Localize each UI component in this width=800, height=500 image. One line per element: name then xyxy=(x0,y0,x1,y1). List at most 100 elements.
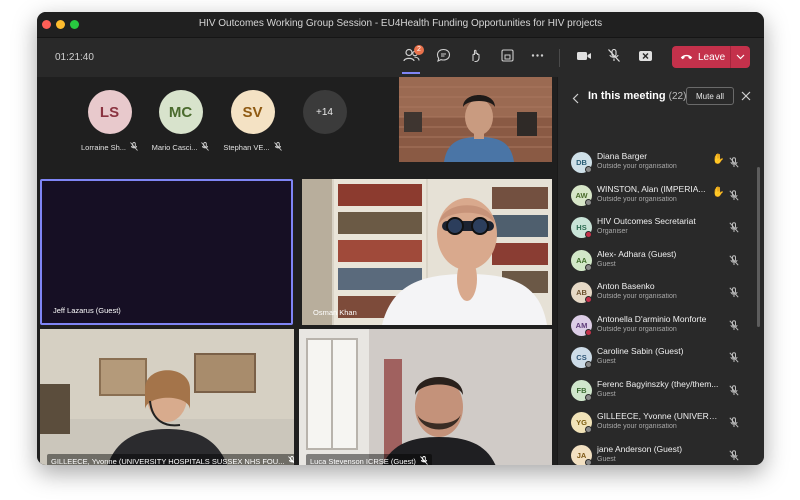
camera-icon xyxy=(576,49,592,67)
people-button[interactable]: 2 xyxy=(401,45,424,68)
leave-options-button[interactable] xyxy=(731,52,750,63)
microphone-button[interactable] xyxy=(604,48,624,68)
participant-name: Caroline Sabin (Guest) xyxy=(597,346,684,356)
avatar-tile[interactable]: LS Lorraine Sh... xyxy=(72,90,147,153)
teams-meeting-window: HIV Outcomes Working Group Session - EU4… xyxy=(37,12,764,465)
participants-panel: In this meeting (22) Mute all DB Diana Bar… xyxy=(557,77,764,465)
mic-off-icon xyxy=(201,142,210,153)
participant-role: Guest xyxy=(597,358,616,365)
avatar-name: Lorraine Sh... xyxy=(80,143,127,152)
mic-off-icon xyxy=(288,456,294,465)
leave-button[interactable]: Leave xyxy=(672,46,750,68)
mute-all-button[interactable]: Mute all xyxy=(686,87,734,105)
participant-name: jane Anderson (Guest) xyxy=(597,443,683,454)
avatar-tile[interactable]: MC Mario Casci... xyxy=(143,90,218,153)
mic-off-icon[interactable] xyxy=(729,253,739,271)
participant-name: Ferenc Bagyinszky (they/them... xyxy=(597,378,719,389)
title-bar: HIV Outcomes Working Group Session - EU4… xyxy=(37,12,764,38)
presence-status-dot xyxy=(585,328,592,336)
participant-role: Outside your organisation xyxy=(597,163,677,170)
people-active-indicator xyxy=(402,72,420,74)
participant-name: Diana Barger xyxy=(597,151,648,161)
tile-label: Osman Khan xyxy=(309,306,361,319)
participant-count: (22) xyxy=(668,91,687,102)
window-title: HIV Outcomes Working Group Session - EU4… xyxy=(198,18,603,29)
video-tile-jeff[interactable]: Jeff Lazarus (Guest) xyxy=(40,179,293,325)
mic-off-icon[interactable] xyxy=(729,318,739,336)
reactions-button[interactable] xyxy=(465,48,485,68)
mic-off-icon[interactable] xyxy=(729,220,739,238)
presence-status-dot xyxy=(585,231,592,238)
participant-role: Outside your organisation xyxy=(597,325,677,333)
participant-name: Antonella D'arminio Monforte xyxy=(597,313,707,324)
video-tile-luca[interactable]: Luca Stevenson ICRSE (Guest) xyxy=(299,329,552,465)
camera-button[interactable] xyxy=(574,48,594,68)
participant-name: GILLEECE, Yvonne (UNIVERSITY HOSPITALS S… xyxy=(51,457,285,465)
breakout-rooms-button[interactable] xyxy=(497,48,517,68)
participant-name: Anton Basenko xyxy=(597,281,655,291)
mic-off-icon[interactable] xyxy=(729,415,739,433)
participant-row[interactable]: AW WINSTON, Alan (IMPERIA... Outside your … xyxy=(558,180,758,210)
raised-hand-icon: ✋ xyxy=(712,154,725,165)
tile-label: GILLEECE, Yvonne (UNIVERSITY HOSPITALS S… xyxy=(47,454,294,465)
share-icon xyxy=(638,49,653,67)
avatar-name: Stephan VE... xyxy=(223,143,270,152)
presence-status-dot xyxy=(585,198,592,206)
video-tile-osman[interactable]: Osman Khan xyxy=(302,179,552,325)
participant-name: Jeff Lazarus (Guest) xyxy=(53,306,121,315)
participant-name: Alex- Adhara (Guest) xyxy=(597,248,677,259)
chevron-left-icon xyxy=(572,91,579,108)
video-feed xyxy=(299,329,552,465)
chevron-down-icon xyxy=(736,52,745,63)
close-panel-button[interactable] xyxy=(741,88,751,106)
mic-off-icon[interactable] xyxy=(729,383,739,401)
back-button[interactable] xyxy=(572,91,579,109)
more-participants-tile[interactable]: +14 xyxy=(287,90,362,134)
panel-title-row: In this meeting (22) xyxy=(588,90,686,102)
video-feed xyxy=(40,329,294,465)
participant-role: Outside your organisation xyxy=(597,423,677,430)
meeting-toolbar: 01:21:40 2 Leave xyxy=(37,39,764,77)
avatar: SV xyxy=(230,90,275,134)
mic-off-icon xyxy=(420,456,428,465)
mic-off-icon xyxy=(273,142,282,153)
reactions-icon xyxy=(468,48,483,68)
participant-row[interactable]: AA Alex- Adhara (Guest) Guest xyxy=(558,245,758,275)
participant-name: HIV Outcomes Secretariat xyxy=(597,216,696,226)
avatar-name-row: Stephan VE... xyxy=(215,142,290,153)
panel-scrollbar[interactable] xyxy=(757,167,760,327)
chat-button[interactable] xyxy=(433,48,453,68)
avatar-name-row: Mario Casci... xyxy=(143,142,218,153)
mic-off-icon[interactable] xyxy=(729,155,739,173)
avatar-tile[interactable]: SV Stephan VE... xyxy=(215,90,290,153)
avatar-name: Mario Casci... xyxy=(151,143,198,152)
participant-row[interactable]: JA jane Anderson (Guest) Guest xyxy=(558,440,758,466)
tile-label: Jeff Lazarus (Guest) xyxy=(49,304,125,317)
participant-row[interactable]: YG GILLEECE, Yvonne (UNIVERSIT... Outside … xyxy=(558,407,758,437)
share-content-button[interactable] xyxy=(635,48,655,68)
participant-row[interactable]: HS HIV Outcomes Secretariat Organiser xyxy=(558,212,758,242)
participant-row[interactable]: FB Ferenc Bagyinszky (they/them... Guest xyxy=(558,375,758,405)
more-participants-count: +14 xyxy=(302,90,347,134)
mic-off-icon[interactable] xyxy=(729,188,739,206)
meeting-timer: 01:21:40 xyxy=(55,52,94,63)
avatar-strip: LS Lorraine Sh... MC Mario Casci... SV S… xyxy=(37,77,397,165)
mic-off-icon[interactable] xyxy=(729,285,739,303)
mic-off-icon[interactable] xyxy=(729,350,739,368)
mic-off-icon[interactable] xyxy=(729,448,739,466)
video-feed xyxy=(302,179,552,325)
participant-row[interactable]: AB Anton Basenko Outside your organisation xyxy=(558,277,758,307)
presence-status-dot xyxy=(585,393,592,401)
more-icon xyxy=(530,48,545,68)
video-tile-gilleece[interactable]: GILLEECE, Yvonne (UNIVERSITY HOSPITALS S… xyxy=(40,329,294,465)
participant-role: Outside your organisation xyxy=(597,293,677,300)
participant-row[interactable]: CS Caroline Sabin (Guest) Guest xyxy=(558,342,758,372)
video-tile-top-right[interactable] xyxy=(399,77,552,162)
presence-status-dot xyxy=(585,458,592,465)
more-actions-button[interactable] xyxy=(527,48,547,68)
raised-hand-icon: ✋ xyxy=(712,186,725,198)
avatar: LS xyxy=(87,90,132,134)
panel-header: In this meeting (22) Mute all xyxy=(558,77,764,122)
participant-row[interactable]: DB Diana Barger Outside your organisation ✋ xyxy=(558,147,758,177)
participant-row[interactable]: AM Antonella D'arminio Monforte Outside yo… xyxy=(558,310,758,340)
